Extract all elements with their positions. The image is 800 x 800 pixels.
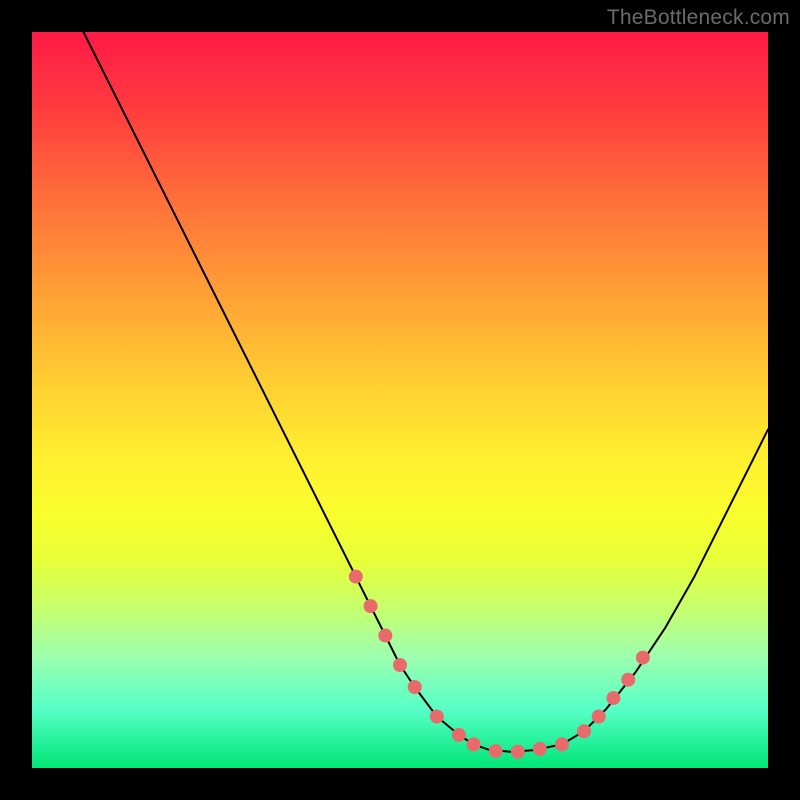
watermark-text: TheBottleneck.com	[607, 6, 790, 30]
marker-dot	[378, 629, 392, 643]
marker-dot	[452, 728, 466, 742]
marker-dot	[511, 745, 525, 759]
chart-plot-area	[32, 32, 768, 768]
marker-dot	[467, 737, 481, 751]
chart-svg	[32, 32, 768, 768]
chart-frame: TheBottleneck.com	[0, 0, 800, 800]
ideal-zone-markers	[349, 570, 650, 759]
marker-dot	[408, 680, 422, 694]
marker-dot	[349, 570, 363, 584]
marker-dot	[489, 744, 503, 758]
marker-dot	[364, 599, 378, 613]
marker-dot	[533, 742, 547, 756]
marker-dot	[636, 651, 650, 665]
marker-dot	[555, 737, 569, 751]
marker-dot	[430, 710, 444, 724]
marker-dot	[606, 691, 620, 705]
marker-dot	[393, 658, 407, 672]
bottleneck-curve	[84, 32, 769, 752]
marker-dot	[621, 673, 635, 687]
marker-dot	[592, 710, 606, 724]
marker-dot	[577, 724, 591, 738]
